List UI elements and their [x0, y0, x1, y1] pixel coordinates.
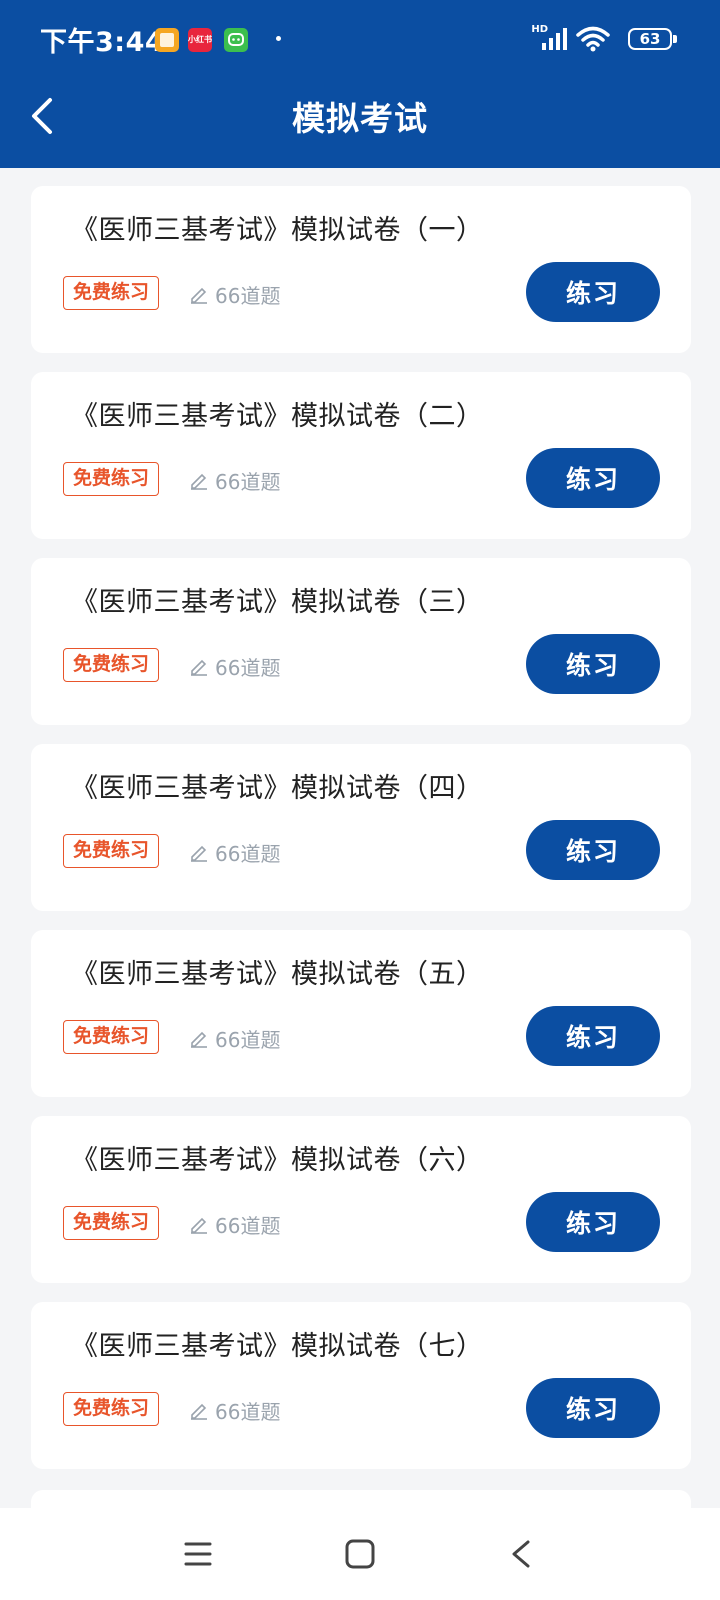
exam-title: 《医师三基考试》模拟试卷（五） [71, 959, 484, 990]
system-back-button[interactable] [502, 1534, 542, 1574]
menu-icon [184, 1542, 212, 1566]
home-button[interactable] [340, 1534, 380, 1574]
exam-title: 《医师三基考试》模拟试卷（二） [71, 401, 484, 432]
practice-button[interactable]: 练习 [526, 1378, 660, 1438]
back-icon [512, 1540, 530, 1568]
page-title: 模拟考试 [292, 99, 428, 138]
exam-card: 《医师三基考试》模拟试卷（四） 免费练习 66道题 练习 [31, 744, 691, 911]
exam-card: 《医师三基考试》模拟试卷（六） 免费练习 66道题 练习 [31, 1116, 691, 1283]
exam-card: 《医师三基考试》模拟试卷（三） 免费练习 66道题 练习 [31, 558, 691, 725]
question-count: 66道题 [189, 1393, 280, 1427]
exam-card: 《医师三基考试》模拟试卷（七） 免费练习 66道题 练习 [31, 1302, 691, 1469]
question-count: 66道题 [189, 463, 280, 497]
edit-icon [191, 473, 207, 490]
question-count: 66道题 [189, 835, 280, 869]
signal-icon [542, 28, 567, 50]
exam-title: 《医师三基考试》模拟试卷（六） [71, 1145, 484, 1176]
edit-icon [191, 845, 207, 862]
question-count-text: 66道题 [215, 1399, 281, 1424]
question-count-text: 66道题 [215, 283, 281, 308]
notification-dot [276, 36, 281, 41]
status-bar: 下午3:44 小红书 HD 63 [0, 0, 720, 78]
exam-list: 《医师三基考试》模拟试卷（一） 免费练习 66道题 练习 《医师三基考试》模拟试… [31, 186, 691, 1488]
free-practice-badge: 免费练习 [63, 276, 160, 310]
question-count-text: 66道题 [215, 655, 281, 680]
practice-button[interactable]: 练习 [526, 262, 660, 322]
free-practice-badge: 免费练习 [63, 648, 160, 682]
edit-icon [191, 287, 207, 304]
exam-title: 《医师三基考试》模拟试卷（七） [71, 1331, 484, 1362]
edit-icon [191, 1403, 207, 1420]
edit-icon [191, 659, 207, 676]
free-practice-badge: 免费练习 [63, 1392, 160, 1426]
free-practice-badge: 免费练习 [63, 1206, 160, 1240]
exam-card: 《医师三基考试》模拟试卷（五） 免费练习 66道题 练习 [31, 930, 691, 1097]
free-practice-badge: 免费练习 [63, 834, 160, 868]
question-count-text: 66道题 [215, 469, 281, 494]
recent-apps-button[interactable] [178, 1534, 218, 1574]
edit-icon [191, 1217, 207, 1234]
exam-card: 《医师三基考试》模拟试卷（一） 免费练习 66道题 练习 [31, 186, 691, 353]
system-nav-bar [0, 1508, 720, 1600]
free-practice-badge: 免费练习 [63, 1020, 160, 1054]
app-header: 下午3:44 小红书 HD 63 模拟考试 [0, 0, 720, 168]
question-count-text: 66道题 [215, 1027, 281, 1052]
question-count-text: 66道题 [215, 841, 281, 866]
xiaohongshu-app-icon: 小红书 [188, 28, 212, 52]
practice-button[interactable]: 练习 [526, 1192, 660, 1252]
practice-button[interactable]: 练习 [526, 634, 660, 694]
battery-indicator: 63 [628, 28, 677, 50]
exam-title: 《医师三基考试》模拟试卷（一） [71, 215, 484, 246]
exam-title: 《医师三基考试》模拟试卷（四） [71, 773, 484, 804]
exam-title: 《医师三基考试》模拟试卷（三） [71, 587, 484, 618]
edit-icon [191, 1031, 207, 1048]
question-count: 66道题 [189, 277, 280, 311]
exam-card: 《医师三基考试》模拟试卷（二） 免费练习 66道题 练习 [31, 372, 691, 539]
wifi-icon [576, 26, 610, 52]
question-count: 66道题 [189, 1021, 280, 1055]
notes-app-icon [155, 28, 179, 52]
free-practice-badge: 免费练习 [63, 462, 160, 496]
practice-button[interactable]: 练习 [526, 820, 660, 880]
question-count: 66道题 [189, 649, 280, 683]
practice-button[interactable]: 练习 [526, 1006, 660, 1066]
chat-app-icon [224, 28, 248, 52]
practice-button[interactable]: 练习 [526, 448, 660, 508]
question-count-text: 66道题 [215, 1213, 281, 1238]
home-icon [345, 1539, 375, 1569]
status-time: 下午3:44 [40, 27, 165, 58]
question-count: 66道题 [189, 1207, 280, 1241]
